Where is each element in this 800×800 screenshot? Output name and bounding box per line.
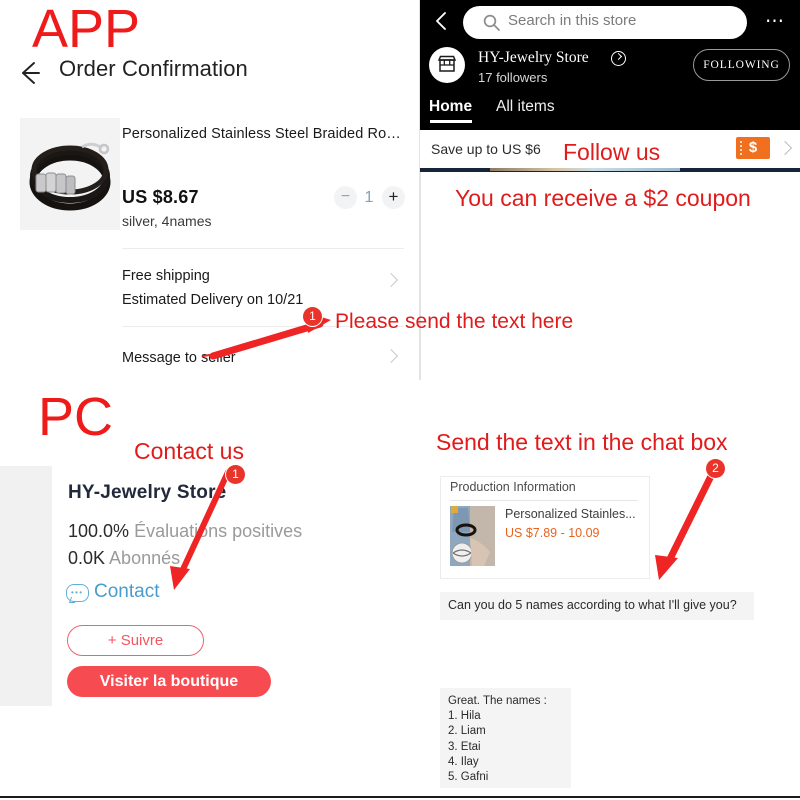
annotation-badge-2: 2 <box>706 459 725 478</box>
annotation-badge-1: 1 <box>303 307 322 326</box>
annotation-badge-1b: 1 <box>226 465 245 484</box>
annotation-arrow-2 <box>655 470 716 580</box>
